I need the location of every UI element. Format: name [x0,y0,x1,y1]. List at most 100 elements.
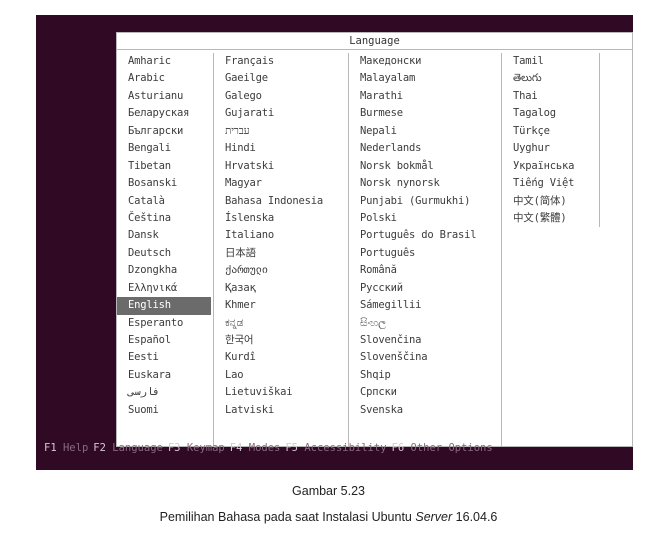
language-option[interactable]: Lietuviškai [214,384,348,401]
dialog-title: Language [117,33,632,50]
figure-description: Pemilihan Bahasa pada saat Instalasi Ubu… [0,510,657,524]
language-option[interactable]: Slovenčina [349,332,501,349]
language-option[interactable]: Malayalam [349,70,501,87]
language-option[interactable]: Hindi [214,140,348,157]
function-key-name: F1 [44,442,57,454]
language-option[interactable]: Dzongkha [117,262,213,279]
language-option[interactable]: Bengali [117,140,213,157]
language-option[interactable]: Русский [349,280,501,297]
language-option[interactable]: Català [117,193,213,210]
language-option[interactable]: Беларуская [117,105,213,122]
language-option[interactable]: Español [117,332,213,349]
language-option[interactable]: Română [349,262,501,279]
language-option[interactable]: Türkçe [502,123,599,140]
language-option[interactable]: Dansk [117,227,213,244]
function-key-f4[interactable]: F4 Modes [230,442,281,454]
language-option[interactable]: ქართული [214,262,348,279]
description-italic: Server [415,510,453,524]
figure-caption: Gambar 5.23 [292,484,365,498]
function-key-f3[interactable]: F3 Keymap [168,442,225,454]
language-option[interactable]: Deutsch [117,245,213,262]
language-option[interactable]: Hrvatski [214,158,348,175]
language-option[interactable]: සිංහල [349,315,501,332]
function-key-name: F6 [391,442,405,454]
language-column-4: Tamil తెలుగు Thai Tagalog Türkçe Uyghur Україн… [502,53,600,228]
language-option[interactable]: Íslenska [214,210,348,227]
language-option[interactable]: 中文(简体) [502,193,599,210]
language-option[interactable]: Suomi [117,402,213,419]
language-option[interactable]: Polski [349,210,501,227]
language-option[interactable]: English [117,297,211,315]
description-prefix: Pemilihan Bahasa pada saat Instalasi Ubu… [159,510,416,524]
language-option[interactable]: Amharic [117,53,213,70]
language-option[interactable]: తెలుగు [502,70,599,87]
language-option[interactable]: Français [214,53,348,70]
language-option[interactable]: Marathi [349,88,501,105]
function-key-f2[interactable]: F2 Language [93,442,163,454]
language-option[interactable]: Български [117,123,213,140]
language-option[interactable]: Српски [349,384,501,401]
language-option[interactable]: Slovenščina [349,349,501,366]
language-option[interactable]: Bahasa Indonesia [214,193,348,210]
language-option[interactable]: Shqip [349,367,501,384]
language-option[interactable]: Tagalog [502,105,599,122]
language-option[interactable]: Italiano [214,227,348,244]
language-option[interactable]: Asturianu [117,88,213,105]
language-option[interactable]: Arabic [117,70,213,87]
function-key-name: F5 [285,442,299,454]
language-option[interactable]: 한국어 [214,332,348,349]
language-dialog: Language Amharic Arabic Asturianu Беларуска… [116,32,633,447]
function-key-name: F4 [229,442,243,454]
language-option[interactable]: Thai [502,88,599,105]
function-key-label: Language [112,442,163,454]
language-option[interactable]: Português do Brasil [349,227,501,244]
language-option[interactable]: Українська [502,158,599,175]
language-option[interactable]: Burmese [349,105,501,122]
language-option[interactable]: Norsk bokmål [349,158,501,175]
language-option[interactable]: Tibetan [117,158,213,175]
function-key-name: F2 [93,442,106,454]
language-option[interactable]: Bosanski [117,175,213,192]
language-column-3: Македонски Malayalam Marathi Burmese Nepali N… [349,53,502,446]
function-key-f6[interactable]: F6 Other Options [392,442,493,454]
language-option[interactable]: Tiếng Việt [502,175,599,192]
language-option[interactable]: Ελληνικά [117,280,213,297]
language-option[interactable]: Magyar [214,175,348,192]
language-option[interactable]: Nepali [349,123,501,140]
language-option[interactable]: 中文(繁體) [502,210,599,227]
language-option[interactable]: Čeština [117,210,213,227]
language-option[interactable]: Svenska [349,402,501,419]
language-option[interactable]: Sámegillii [349,297,501,314]
function-key-f5[interactable]: F5 Accessibility [285,442,386,454]
language-option[interactable]: Esperanto [117,315,213,332]
language-option[interactable]: Norsk nynorsk [349,175,501,192]
language-option[interactable]: Punjabi (Gurmukhi) [349,193,501,210]
language-option[interactable]: Uyghur [502,140,599,157]
function-key-f1[interactable]: F1 Help [44,442,88,454]
function-key-label: Accessibility [304,442,387,454]
function-key-label: Keymap [186,442,225,454]
language-option[interactable]: فارسی [117,384,213,401]
language-option[interactable]: Khmer [214,297,348,314]
function-key-label: Help [62,442,89,454]
language-option[interactable]: Latviski [214,402,348,419]
function-key-bar: F1 Help F2 Language F3 Keymap F4 Modes F5 Ac… [36,440,633,456]
description-suffix: 16.04.6 [452,510,498,524]
language-option[interactable]: ಕನ್ನಡ [214,315,348,332]
language-option[interactable]: 日本語 [214,245,348,262]
language-column-2: Français Gaeilge Galego Gujarati עברית Hindi H… [214,53,349,446]
language-option[interactable]: עברית [214,123,348,140]
language-option[interactable]: Kurdî [214,349,348,366]
language-option[interactable]: Nederlands [349,140,501,157]
language-option[interactable]: Македонски [349,53,501,70]
language-option[interactable]: Gujarati [214,105,348,122]
language-option[interactable]: Eesti [117,349,213,366]
language-option[interactable]: Galego [214,88,348,105]
language-option[interactable]: Euskara [117,367,213,384]
language-option[interactable]: Português [349,245,501,262]
function-key-name: F3 [167,442,181,454]
language-option[interactable]: Lao [214,367,348,384]
language-option[interactable]: Tamil [502,53,599,70]
language-option[interactable]: Қазақ [214,280,348,297]
language-option[interactable]: Gaeilge [214,70,348,87]
